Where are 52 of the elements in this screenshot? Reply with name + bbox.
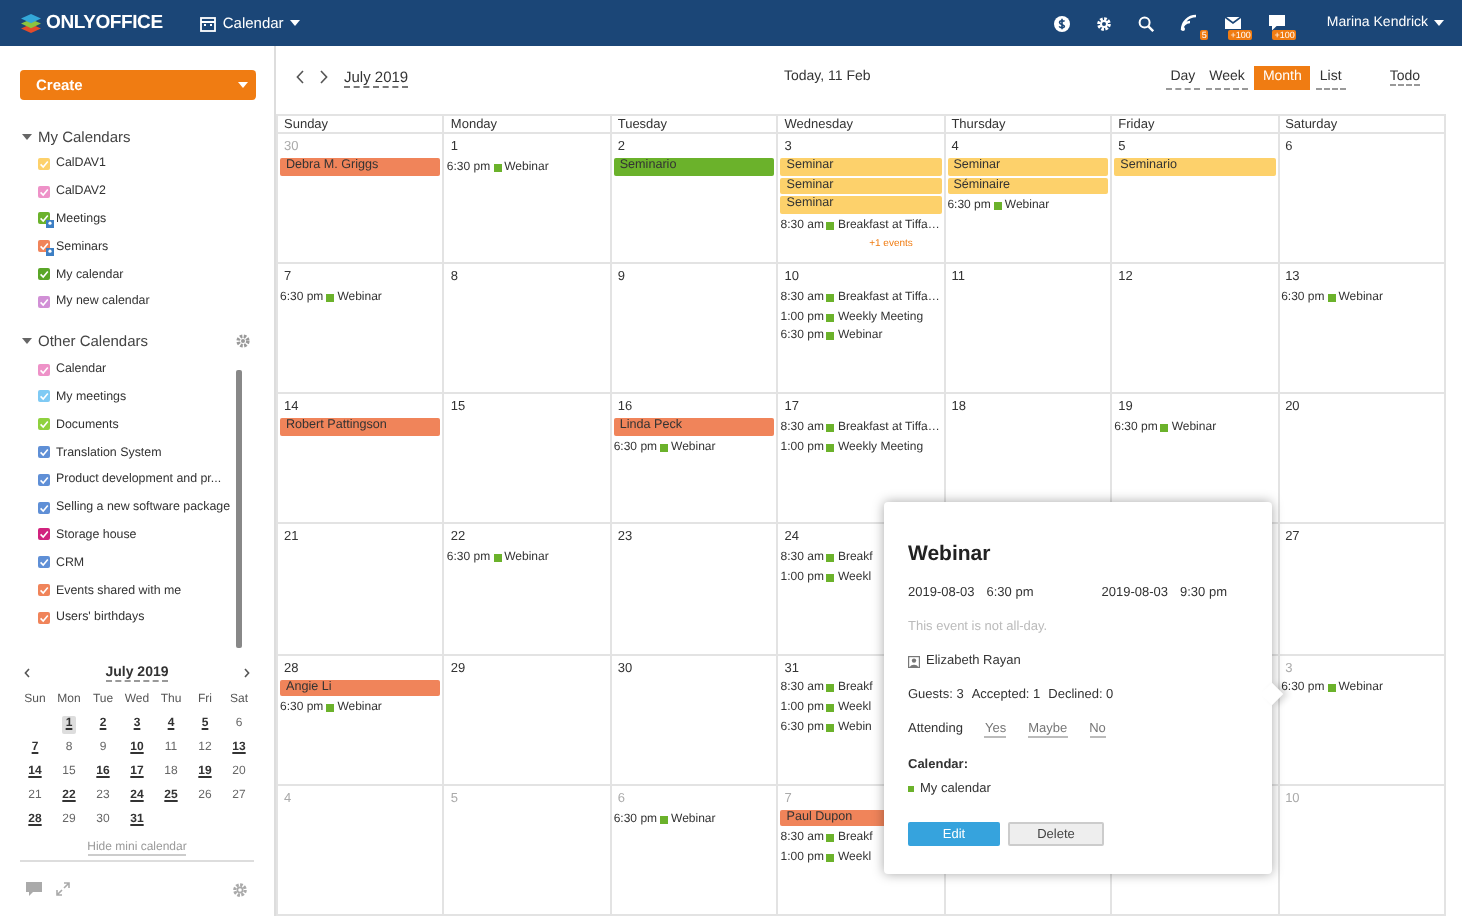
prev-icon[interactable] bbox=[24, 668, 30, 679]
check-icon bbox=[38, 556, 50, 569]
chat-icon[interactable] bbox=[1268, 14, 1287, 32]
calendar-checkbox[interactable] bbox=[38, 446, 50, 459]
next-icon[interactable] bbox=[320, 70, 328, 84]
calendar-checkbox[interactable] bbox=[38, 584, 50, 597]
calendar-checkbox[interactable] bbox=[38, 556, 50, 569]
person-icon bbox=[908, 655, 920, 667]
check-icon bbox=[38, 611, 50, 624]
calendar-checkbox[interactable] bbox=[38, 363, 50, 376]
next-icon[interactable] bbox=[244, 668, 250, 679]
calendar-checkbox[interactable] bbox=[38, 418, 50, 431]
calendar-checkbox[interactable] bbox=[38, 390, 50, 403]
check-icon bbox=[38, 584, 50, 597]
check-icon bbox=[38, 390, 50, 403]
calendar-checkbox[interactable] bbox=[38, 528, 50, 541]
calendar-checkbox[interactable] bbox=[38, 157, 50, 170]
calendar-checkbox[interactable] bbox=[38, 185, 50, 198]
layers-icon bbox=[20, 12, 42, 34]
caret-icon bbox=[1434, 20, 1444, 26]
check-icon bbox=[38, 418, 50, 431]
calendar-checkbox[interactable] bbox=[38, 473, 50, 486]
caret-icon[interactable] bbox=[22, 336, 32, 347]
check-icon bbox=[38, 473, 50, 486]
check-icon bbox=[38, 528, 50, 541]
check-icon bbox=[38, 185, 50, 198]
check-icon bbox=[38, 501, 50, 514]
check-icon bbox=[38, 268, 50, 281]
check-icon bbox=[38, 446, 50, 459]
check-icon bbox=[38, 240, 50, 253]
mail-icon[interactable] bbox=[1224, 14, 1243, 32]
search-icon[interactable] bbox=[1138, 15, 1155, 31]
caret-icon bbox=[289, 20, 300, 26]
expand-icon[interactable] bbox=[56, 882, 70, 896]
check-icon bbox=[38, 295, 50, 308]
logo-text: ONLYOFFICE bbox=[46, 12, 163, 34]
check-icon bbox=[38, 157, 50, 170]
calendar-checkbox[interactable] bbox=[38, 611, 50, 624]
check-icon bbox=[38, 212, 50, 225]
scroll-bar[interactable] bbox=[236, 369, 242, 648]
caret-icon bbox=[238, 82, 248, 88]
calendar-checkbox[interactable] bbox=[38, 501, 50, 514]
calendar-checkbox[interactable] bbox=[38, 240, 50, 253]
calendar-checkbox[interactable] bbox=[38, 212, 50, 225]
dollar-icon[interactable] bbox=[1054, 15, 1071, 31]
calendar-checkbox[interactable] bbox=[38, 268, 50, 281]
calendar-checkbox[interactable] bbox=[38, 295, 50, 308]
caret-icon[interactable] bbox=[22, 131, 32, 141]
check-icon bbox=[38, 363, 50, 376]
calendar-icon bbox=[200, 15, 217, 31]
prev-icon[interactable] bbox=[296, 70, 304, 84]
feed-icon[interactable] bbox=[1180, 14, 1199, 32]
